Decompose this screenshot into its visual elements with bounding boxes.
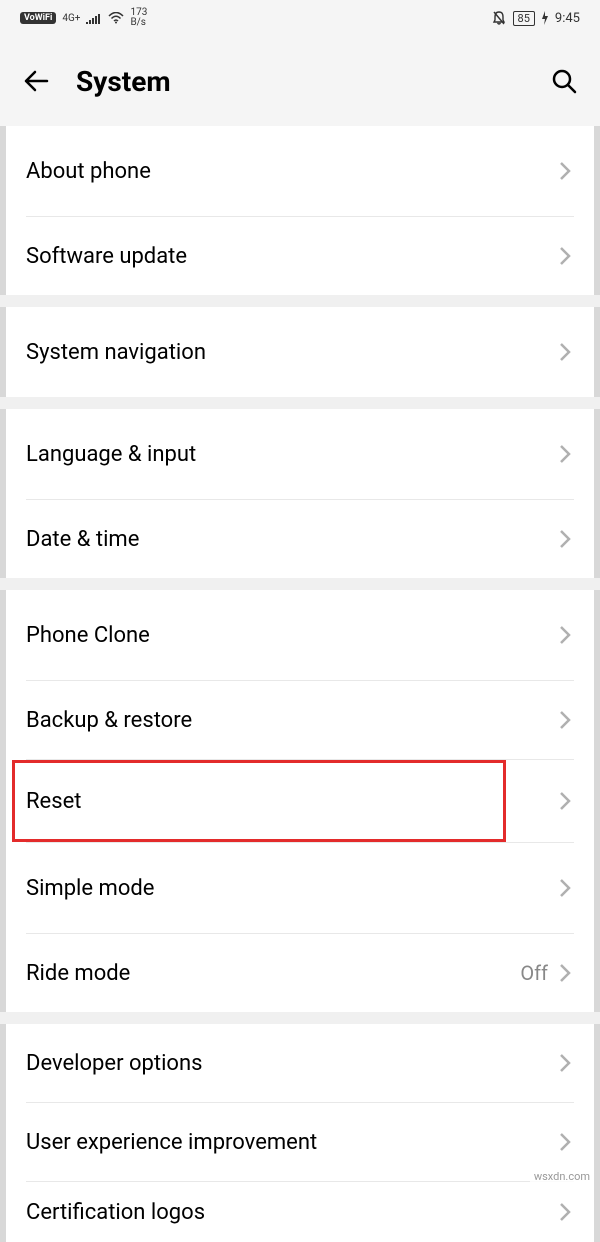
item-value: Off — [520, 961, 548, 985]
status-bar: VoWiFi 4G+ 173 B/s 85 9:45 — [0, 0, 600, 36]
section-language: Language & input Date & time — [0, 409, 600, 578]
wifi-icon — [108, 12, 124, 24]
chevron-right-icon — [556, 792, 574, 810]
item-label: System navigation — [26, 340, 556, 365]
charging-icon — [541, 11, 549, 25]
item-label: About phone — [26, 159, 556, 184]
header: System — [0, 36, 600, 126]
back-arrow-icon — [22, 67, 50, 95]
battery-indicator: 85 — [513, 11, 535, 26]
item-label: Reset — [26, 789, 556, 814]
item-reset[interactable]: Reset — [6, 760, 594, 842]
item-label: Ride mode — [26, 961, 520, 986]
signal-icon — [86, 12, 102, 24]
page-title: System — [76, 65, 524, 98]
vowifi-badge: VoWiFi — [20, 12, 56, 24]
chevron-right-icon — [556, 530, 574, 548]
back-button[interactable] — [20, 65, 52, 97]
chevron-right-icon — [556, 1133, 574, 1151]
section-reset: Phone Clone Backup & restore Reset Simpl… — [0, 590, 600, 1012]
search-button[interactable] — [548, 65, 580, 97]
item-label: Language & input — [26, 442, 556, 467]
item-simple-mode[interactable]: Simple mode — [6, 843, 594, 933]
chevron-right-icon — [556, 445, 574, 463]
item-label: Date & time — [26, 527, 556, 552]
section-about: About phone Software update — [0, 126, 600, 295]
item-about-phone[interactable]: About phone — [6, 126, 594, 216]
item-label: Simple mode — [26, 876, 556, 901]
status-left: VoWiFi 4G+ 173 B/s — [20, 8, 147, 28]
item-certification-logos[interactable]: Certification logos — [6, 1182, 594, 1242]
search-icon — [550, 67, 578, 95]
chevron-right-icon — [556, 1054, 574, 1072]
chevron-right-icon — [556, 1203, 574, 1221]
data-rate: 173 B/s — [130, 8, 147, 28]
item-label: Phone Clone — [26, 623, 556, 648]
watermark: wsxdn.com — [530, 1169, 594, 1184]
clock: 9:45 — [555, 11, 580, 26]
chevron-right-icon — [556, 343, 574, 361]
chevron-right-icon — [556, 879, 574, 897]
item-label: User experience improvement — [26, 1130, 556, 1155]
item-software-update[interactable]: Software update — [6, 217, 594, 295]
item-developer-options[interactable]: Developer options — [6, 1024, 594, 1102]
dnd-icon — [491, 10, 507, 26]
item-label: Software update — [26, 244, 556, 269]
item-system-navigation[interactable]: System navigation — [6, 307, 594, 397]
item-label: Developer options — [26, 1051, 556, 1076]
chevron-right-icon — [556, 964, 574, 982]
item-backup-restore[interactable]: Backup & restore — [6, 681, 594, 759]
item-label: Certification logos — [26, 1200, 556, 1225]
section-navigation: System navigation — [0, 307, 600, 397]
item-label: Backup & restore — [26, 708, 556, 733]
section-developer: Developer options User experience improv… — [0, 1024, 600, 1242]
network-gen: 4G+ — [62, 13, 80, 24]
chevron-right-icon — [556, 711, 574, 729]
chevron-right-icon — [556, 162, 574, 180]
item-language-input[interactable]: Language & input — [6, 409, 594, 499]
status-right: 85 9:45 — [491, 10, 580, 26]
item-date-time[interactable]: Date & time — [6, 500, 594, 578]
chevron-right-icon — [556, 247, 574, 265]
item-phone-clone[interactable]: Phone Clone — [6, 590, 594, 680]
item-ride-mode[interactable]: Ride mode Off — [6, 934, 594, 1012]
chevron-right-icon — [556, 626, 574, 644]
item-user-experience[interactable]: User experience improvement — [6, 1103, 594, 1181]
